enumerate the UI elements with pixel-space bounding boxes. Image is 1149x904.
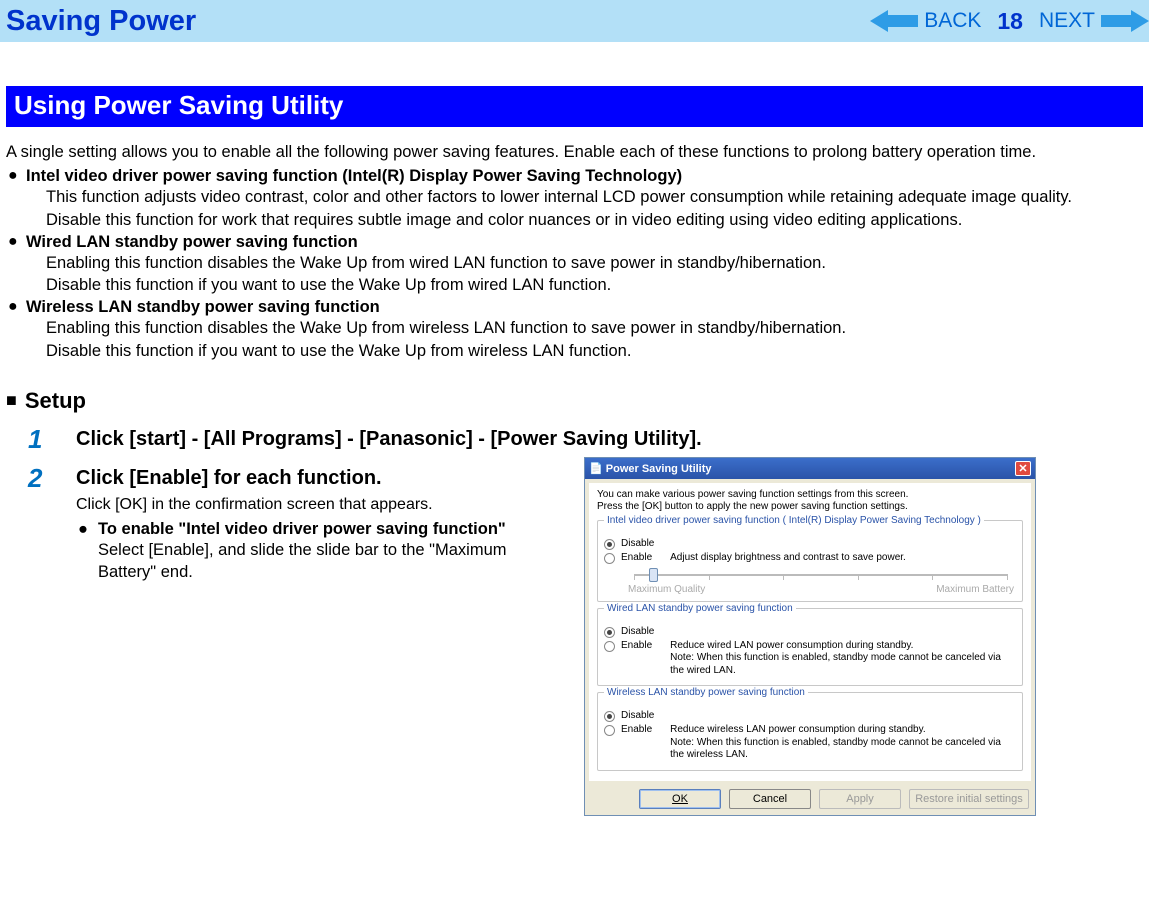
section-heading: Using Power Saving Utility <box>6 86 1143 127</box>
bullet-icon: ● <box>6 233 26 252</box>
step-number: 1 <box>6 424 76 457</box>
apply-button[interactable]: Apply <box>819 789 901 809</box>
page-content: Using Power Saving Utility A single sett… <box>0 42 1149 816</box>
step-bullet: ● To enable "Intel video driver power sa… <box>76 520 566 584</box>
group-title: Wireless LAN standby power saving functi… <box>604 687 808 698</box>
restore-button[interactable]: Restore initial settings <box>909 789 1029 809</box>
back-arrow-icon[interactable] <box>870 10 918 32</box>
radio-label: Enable <box>621 640 652 651</box>
step-1: 1 Click [start] - [All Programs] - [Pana… <box>6 424 1143 457</box>
setup-heading-text: Setup <box>25 388 86 413</box>
step-2: 2 Click [Enable] for each function. Clic… <box>6 463 566 584</box>
dialog-group-intel-video: Intel video driver power saving function… <box>597 520 1023 602</box>
bullet-description: Disable this function for work that requ… <box>6 209 1143 231</box>
radio-disable[interactable]: Disable <box>604 710 1016 722</box>
page-header: Saving Power BACK 18 NEXT <box>0 0 1149 42</box>
dialog-button-bar: OK Cancel Apply Restore initial settings <box>585 785 1035 815</box>
radio-enable[interactable]: Enable Reduce wired LAN power consumptio… <box>604 640 1016 678</box>
brightness-slider[interactable] <box>634 568 1008 582</box>
dialog-group-wireless-lan: Wireless LAN standby power saving functi… <box>597 692 1023 771</box>
radio-note: Note: When this function is enabled, sta… <box>670 737 1016 762</box>
back-button[interactable]: BACK <box>918 9 987 33</box>
group-title: Wired LAN standby power saving function <box>604 603 796 614</box>
bullet-description: Enabling this function disables the Wake… <box>6 317 1143 339</box>
step-bullet-heading: To enable "Intel video driver power savi… <box>98 520 566 539</box>
bullet-heading: Wireless LAN standby power saving functi… <box>26 298 380 316</box>
radio-label: Enable <box>621 724 652 735</box>
dialog-body: You can make various power saving functi… <box>589 483 1031 781</box>
power-saving-utility-dialog: 📄 Power Saving Utility ✕ You can make va… <box>584 457 1036 816</box>
page-title: Saving Power <box>6 5 196 38</box>
slider-thumb-icon[interactable] <box>649 568 658 582</box>
radio-label: Disable <box>621 538 654 549</box>
step-number: 2 <box>6 463 76 584</box>
bullet-description: This function adjusts video contrast, co… <box>6 186 1143 208</box>
bullet-item: ● Wireless LAN standby power saving func… <box>6 298 1143 317</box>
bullet-icon: ● <box>6 167 26 186</box>
step-subtext: Click [OK] in the confirmation screen th… <box>76 496 566 514</box>
bullet-item: ● Wired LAN standby power saving functio… <box>6 233 1143 252</box>
bullet-description: Enabling this function disables the Wake… <box>6 252 1143 274</box>
bullet-item: ● Intel video driver power saving functi… <box>6 167 1143 186</box>
radio-label: Disable <box>621 626 654 637</box>
cancel-button[interactable]: Cancel <box>729 789 811 809</box>
radio-enable[interactable]: Enable Reduce wireless LAN power consump… <box>604 724 1016 762</box>
brightness-slider-area: Maximum Quality Maximum Battery <box>626 568 1016 595</box>
dialog-title-text: 📄 Power Saving Utility <box>589 462 712 475</box>
dialog-intro-line: Press the [OK] button to apply the new p… <box>597 501 1023 514</box>
radio-description: Reduce wireless LAN power consumption du… <box>670 724 1016 737</box>
group-title: Intel video driver power saving function… <box>604 515 984 526</box>
radio-label: Enable <box>621 552 652 563</box>
slider-label-left: Maximum Quality <box>628 584 705 595</box>
intro-paragraph: A single setting allows you to enable al… <box>6 141 1143 163</box>
ok-button[interactable]: OK <box>639 789 721 809</box>
radio-description: Reduce wired LAN power consumption durin… <box>670 640 1016 653</box>
square-icon: ■ <box>6 390 17 410</box>
bullet-heading: Intel video driver power saving function… <box>26 167 682 185</box>
radio-icon <box>604 725 615 736</box>
step-bullet-description: Select [Enable], and slide the slide bar… <box>98 539 566 584</box>
radio-icon <box>604 641 615 652</box>
setup-heading: ■ Setup <box>6 388 1143 414</box>
step-title: Click [Enable] for each function. <box>76 467 566 490</box>
dialog-titlebar: 📄 Power Saving Utility ✕ <box>585 458 1035 479</box>
radio-icon <box>604 627 615 638</box>
page-nav: BACK 18 NEXT <box>870 0 1149 42</box>
radio-icon <box>604 711 615 722</box>
close-icon[interactable]: ✕ <box>1015 461 1031 476</box>
bullet-heading: Wired LAN standby power saving function <box>26 233 358 251</box>
radio-enable[interactable]: Enable Adjust display brightness and con… <box>604 552 1016 564</box>
step-title: Click [start] - [All Programs] - [Panaso… <box>76 428 1143 451</box>
slider-label-right: Maximum Battery <box>936 584 1014 595</box>
dialog-intro-line: You can make various power saving functi… <box>597 489 1023 502</box>
radio-icon <box>604 539 615 550</box>
next-arrow-icon[interactable] <box>1101 10 1149 32</box>
bullet-description: Disable this function if you want to use… <box>6 274 1143 296</box>
dialog-group-wired-lan: Wired LAN standby power saving function … <box>597 608 1023 687</box>
radio-note: Note: When this function is enabled, sta… <box>670 652 1016 677</box>
bullet-description: Disable this function if you want to use… <box>6 340 1143 362</box>
dialog-intro: You can make various power saving functi… <box>597 489 1023 514</box>
page-number: 18 <box>987 8 1033 35</box>
bullet-icon: ● <box>76 520 98 584</box>
radio-description: Adjust display brightness and contrast t… <box>670 552 906 563</box>
radio-disable[interactable]: Disable <box>604 538 1016 550</box>
radio-label: Disable <box>621 710 654 721</box>
radio-icon <box>604 553 615 564</box>
next-button[interactable]: NEXT <box>1033 9 1101 33</box>
radio-disable[interactable]: Disable <box>604 626 1016 638</box>
bullet-icon: ● <box>6 298 26 317</box>
